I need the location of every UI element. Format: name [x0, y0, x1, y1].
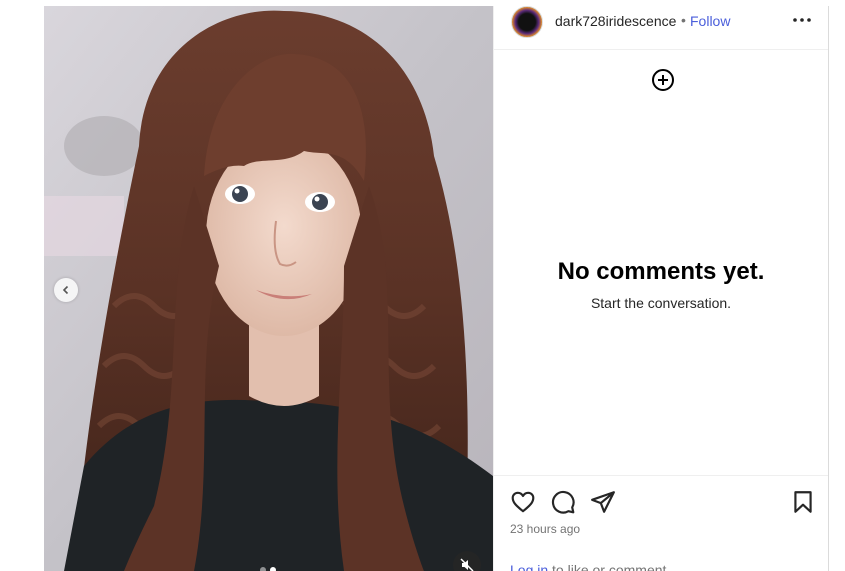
- heart-icon[interactable]: [510, 489, 536, 515]
- post-header: dark728iridescence • Follow: [494, 6, 828, 50]
- carousel-dot-active: [270, 567, 276, 571]
- login-prompt: Log in to like or comment.: [510, 562, 670, 571]
- post-sidebar: dark728iridescence • Follow No comments …: [493, 6, 829, 571]
- empty-comments-subtitle: Start the conversation.: [590, 295, 732, 311]
- post-timestamp[interactable]: 23 hours ago: [510, 522, 580, 536]
- action-bar: [494, 475, 828, 514]
- post-modal: dark728iridescence • Follow No comments …: [44, 6, 829, 571]
- chevron-left-icon: [62, 285, 69, 295]
- avatar[interactable]: [511, 6, 543, 38]
- username-link[interactable]: dark728iridescence: [555, 13, 676, 29]
- more-options-button[interactable]: [792, 10, 812, 30]
- paper-plane-icon[interactable]: [590, 489, 616, 515]
- mute-toggle-button[interactable]: [453, 551, 481, 571]
- page-background-right: [829, 0, 845, 571]
- separator-dot: •: [681, 12, 686, 28]
- carousel-dot: [260, 567, 266, 571]
- empty-comments-title: No comments yet.: [557, 258, 765, 285]
- post-photo: [44, 6, 493, 571]
- page-background-left: [0, 0, 44, 571]
- follow-button[interactable]: Follow: [690, 13, 730, 29]
- comment-bubble-icon[interactable]: [550, 489, 576, 515]
- login-link[interactable]: Log in: [510, 562, 548, 571]
- more-options-icon: [793, 18, 811, 22]
- add-comment-icon[interactable]: [651, 68, 675, 92]
- bookmark-icon[interactable]: [790, 489, 816, 515]
- speaker-muted-icon: [460, 558, 474, 571]
- post-media[interactable]: [44, 6, 493, 571]
- carousel-indicator: [260, 567, 276, 571]
- login-prompt-text: to like or comment.: [548, 562, 671, 571]
- carousel-prev-button[interactable]: [54, 278, 78, 302]
